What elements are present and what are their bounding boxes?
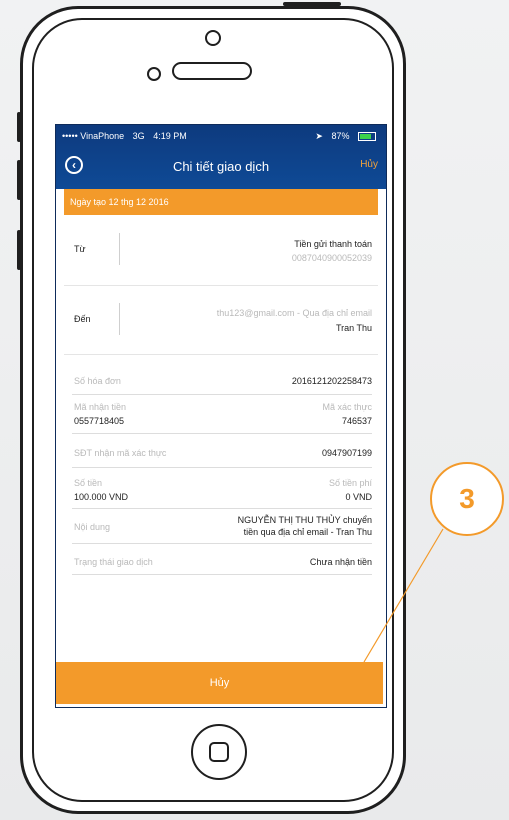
battery-label: 87%: [331, 130, 350, 141]
location-icon: ➤: [315, 130, 323, 141]
sensor-icon: [147, 67, 161, 81]
to-name: Tran Thu: [335, 323, 372, 333]
phone-value: 0947907199: [321, 448, 372, 458]
page-title: Chi tiết giao dịch: [172, 158, 270, 174]
from-label: Từ: [74, 244, 86, 254]
home-button[interactable]: [191, 724, 247, 780]
fee-value: 0 VND: [345, 492, 372, 502]
to-row: Đến thu123@gmail.com - Qua địa chỉ email…: [64, 285, 378, 355]
from-row: Từ Tiền gửi thanh toán 0087040900052039: [64, 215, 378, 286]
invoice-value: 2016121202258473: [291, 376, 372, 386]
divider: [72, 467, 372, 468]
callout-number-badge: 3: [430, 462, 504, 536]
chevron-left-icon: ‹: [72, 158, 76, 172]
amount-label: Số tiền: [74, 478, 103, 488]
content-line-1: NGUYỄN THỊ THU THỦY chuyển: [237, 515, 372, 525]
phone-label: SĐT nhận mã xác thực: [74, 448, 167, 458]
divider: [72, 508, 372, 509]
front-camera-icon: [205, 30, 221, 46]
content-label: Nội dung: [74, 522, 111, 532]
divider: [72, 543, 372, 544]
verify-code-value: 746537: [341, 416, 372, 426]
transaction-card: Từ Tiền gửi thanh toán 0087040900052039 …: [64, 215, 378, 665]
divider: [72, 574, 372, 575]
phone-volume-down: [17, 230, 21, 270]
to-divider: [119, 303, 120, 335]
state-label: Trạng thái giao dịch: [74, 557, 153, 567]
amount-value: 100.000 VND: [74, 492, 129, 502]
content-line-2: tiền qua địa chỉ email - Tran Thu: [243, 527, 372, 537]
time-label: 4:19 PM: [153, 131, 187, 141]
fee-label: Số tiền phí: [328, 478, 372, 488]
top-bar: ••••• VinaPhone 3G 4:19 PM ➤ 87% ‹ Chi t…: [56, 125, 386, 189]
phone-screen: ••••• VinaPhone 3G 4:19 PM ➤ 87% ‹ Chi t…: [55, 124, 387, 708]
receive-code-value: 0557718405: [74, 416, 125, 426]
nav-bar: ‹ Chi tiết giao dịch Hủy: [56, 153, 386, 179]
battery-icon: [358, 131, 376, 141]
state-value: Chưa nhận tiền: [309, 557, 372, 567]
invoice-label: Số hóa đơn: [74, 376, 121, 386]
phone-mute-switch: [17, 112, 21, 142]
from-divider: [119, 233, 120, 265]
to-label: Đến: [74, 314, 91, 324]
cancel-transaction-button[interactable]: Hủy: [56, 662, 383, 704]
phone-power-button: [283, 2, 341, 6]
home-square-icon: [209, 742, 229, 762]
from-account-number: 0087040900052039: [291, 253, 372, 263]
speaker-grille: [172, 62, 252, 80]
divider: [72, 433, 372, 434]
status-bar: ••••• VinaPhone 3G 4:19 PM ➤ 87%: [62, 129, 382, 143]
nav-cancel-button[interactable]: Hủy: [360, 159, 378, 170]
to-email: thu123@gmail.com - Qua địa chỉ email: [216, 308, 372, 318]
created-date-bar: Ngày tạo 12 thg 12 2016: [64, 189, 378, 215]
verify-code-label: Mã xác thực: [322, 402, 372, 412]
phone-volume-up: [17, 160, 21, 200]
from-account-name: Tiền gửi thanh toán: [294, 239, 372, 249]
receive-code-label: Mã nhận tiền: [74, 402, 127, 412]
back-button[interactable]: ‹: [65, 156, 83, 174]
carrier-label: ••••• VinaPhone: [62, 131, 125, 141]
divider: [72, 394, 372, 395]
network-label: 3G: [132, 131, 145, 141]
